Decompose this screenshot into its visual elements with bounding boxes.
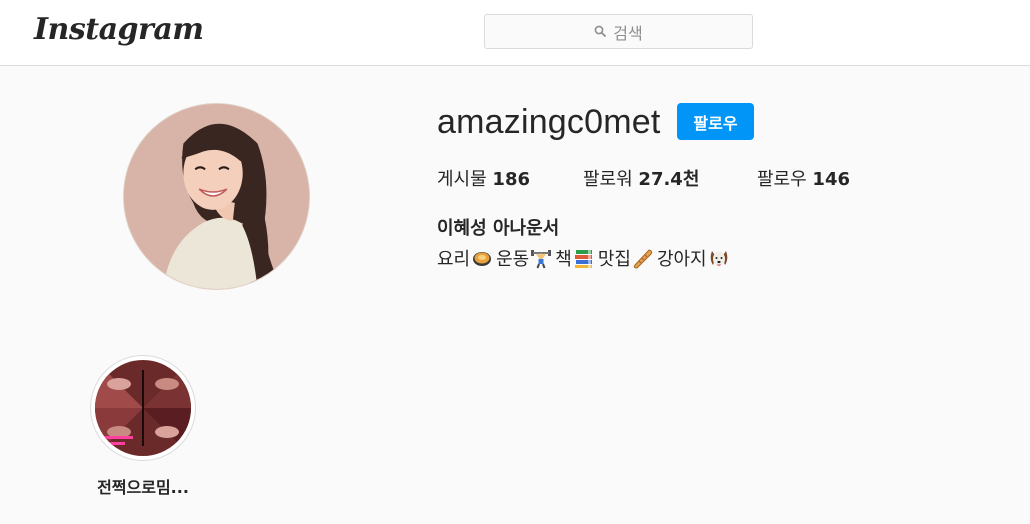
story-highlight[interactable] — [90, 355, 196, 461]
following-count[interactable]: 팔로우 146 — [757, 165, 850, 191]
followers-value: 27.4천 — [638, 169, 700, 190]
top-nav-bar: Instagram 검색 — [0, 0, 1030, 66]
profile-bio: 요리 운동 책 맛집 강아지 — [437, 245, 733, 271]
bio-text-food: 맛집 — [597, 249, 631, 270]
weight-lifter-icon — [530, 247, 552, 269]
dog-face-icon — [708, 247, 730, 269]
bio-text-cooking: 요리 — [437, 249, 471, 270]
followers-label: 팔로워 — [583, 169, 633, 190]
profile-full-name: 이혜성 아나운서 — [437, 218, 560, 239]
followers-count[interactable]: 팔로워 27.4천 — [583, 165, 699, 191]
highlight-label[interactable]: 전쩍으로밈... — [66, 474, 220, 498]
cooking-pan-icon — [471, 247, 493, 269]
baguette-icon — [632, 247, 654, 269]
follow-button[interactable]: 팔로우 — [677, 103, 754, 140]
books-icon — [573, 247, 595, 269]
posts-count: 게시물 186 — [437, 165, 530, 191]
bio-text-exercise: 운동 — [496, 249, 530, 270]
posts-value: 186 — [492, 169, 530, 190]
posts-label: 게시물 — [437, 169, 487, 190]
highlight-cover-image — [95, 360, 191, 456]
search-icon — [594, 22, 607, 41]
profile-username: amazingc0met — [437, 103, 661, 141]
bio-text-books: 책 — [555, 249, 572, 270]
search-box[interactable]: 검색 — [484, 14, 753, 49]
profile-avatar[interactable] — [123, 103, 310, 290]
search-placeholder: 검색 — [613, 23, 643, 43]
instagram-logo[interactable]: Instagram — [34, 12, 204, 47]
following-value: 146 — [812, 169, 850, 190]
following-label: 팔로우 — [757, 169, 807, 190]
bio-text-dog: 강아지 — [656, 249, 707, 270]
